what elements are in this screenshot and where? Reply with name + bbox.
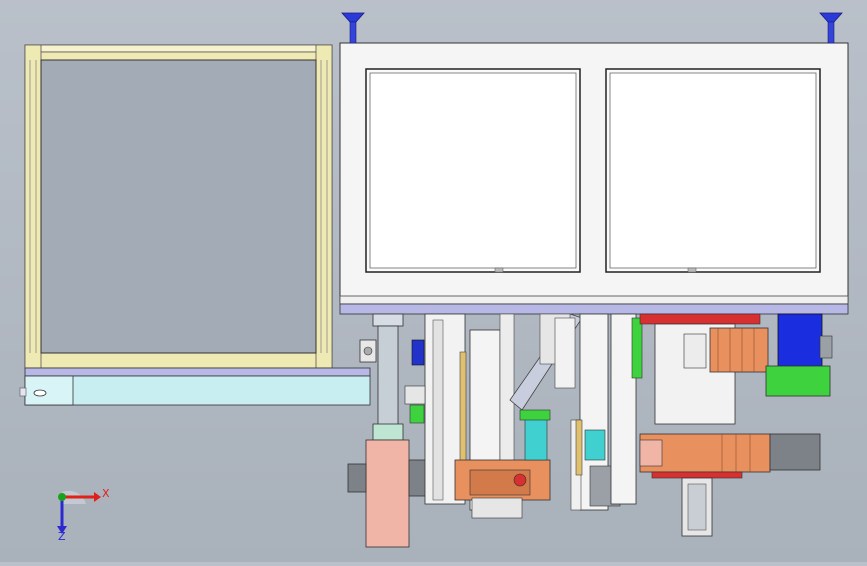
left-frame: [24, 44, 333, 369]
cad-viewport[interactable]: X Y Z: [0, 0, 867, 562]
x-axis-label: X: [102, 487, 110, 500]
coordinate-triad: [57, 490, 101, 534]
assembly-drawing: [19, 12, 849, 548]
base-rail: [19, 367, 371, 406]
frame-opening: [40, 59, 317, 354]
z-axis-label: Z: [58, 530, 66, 543]
center-column: [570, 313, 643, 511]
motor-assembly: [765, 313, 833, 397]
upper-housing: [339, 42, 849, 315]
diagonal-brace: [509, 313, 583, 411]
y-axis-dot: [58, 493, 66, 501]
leveling-foot-right: [819, 12, 843, 44]
leveling-foot-left: [341, 12, 365, 44]
pink-block: [365, 439, 410, 548]
